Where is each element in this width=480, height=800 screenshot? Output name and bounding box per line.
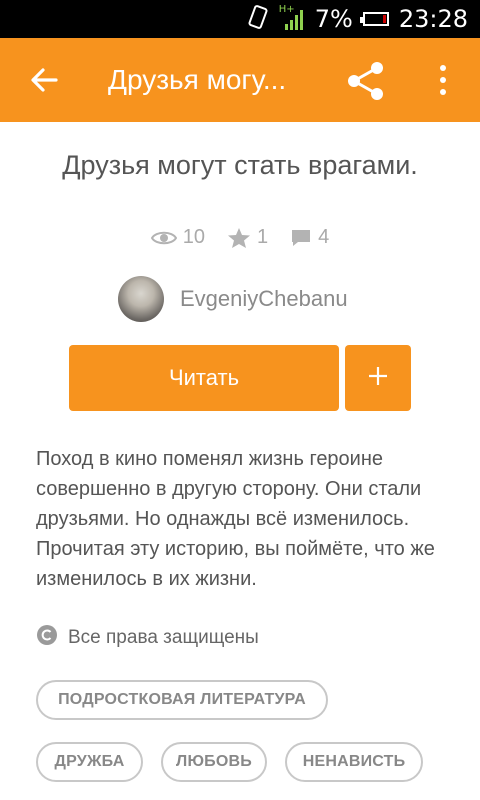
battery-icon [359, 12, 389, 26]
author-name[interactable]: EvgeniyChebanu [180, 286, 348, 312]
eye-icon [150, 229, 177, 247]
tag-love[interactable]: ЛЮБОВЬ [161, 742, 267, 782]
star-icon [227, 227, 251, 249]
author[interactable]: EvgeniyChebanu [118, 276, 348, 322]
views-stat: 10 [150, 226, 205, 249]
copyright-text: Все права защищены [68, 627, 259, 648]
story-title: Друзья могут стать врагами. [62, 150, 418, 180]
back-arrow-icon[interactable] [26, 62, 62, 98]
views-count: 10 [182, 226, 205, 248]
more-vert-icon[interactable] [428, 62, 458, 98]
comments-count: 4 [318, 226, 330, 248]
signal-icon: H+ [279, 4, 305, 32]
tag-hate[interactable]: НЕНАВИСТЬ [285, 742, 423, 782]
add-to-library-button[interactable] [345, 345, 411, 411]
comment-icon [290, 228, 312, 248]
copyright-icon [36, 624, 58, 652]
read-button[interactable]: Читать [69, 345, 339, 411]
tag-friendship[interactable]: ДРУЖБА [36, 742, 143, 782]
stars-count: 1 [257, 226, 269, 248]
tag-teen-literature[interactable]: ПОДРОСТКОВАЯ ЛИТЕРАТУРА [36, 680, 328, 720]
share-icon[interactable] [345, 60, 387, 102]
plus-icon [368, 366, 388, 391]
status-bar: H+ 7% 23:28 [0, 0, 480, 38]
status-icons: H+ 7% 23:28 [247, 0, 468, 38]
comments-stat: 4 [290, 226, 329, 249]
stars-stat: 1 [227, 226, 268, 249]
clock: 23:28 [398, 5, 468, 33]
copyright-note: Все права защищены [36, 624, 259, 652]
avatar[interactable] [118, 276, 164, 322]
story-stats: 10 1 4 [0, 226, 480, 249]
app-bar: Друзья могу... [0, 38, 480, 122]
battery-percent: 7% [314, 5, 353, 33]
app-bar-title: Друзья могу... [108, 64, 287, 95]
story-description: Поход в кино поменял жизнь героине совер… [36, 448, 435, 590]
vibrate-icon [247, 4, 269, 35]
